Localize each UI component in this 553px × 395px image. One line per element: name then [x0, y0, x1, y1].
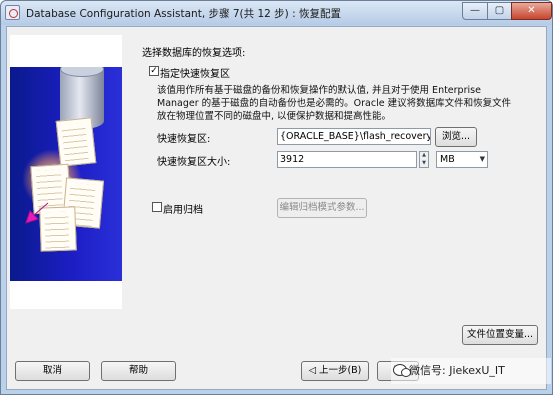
- back-button-label: 上一步(B): [318, 365, 362, 376]
- size-spinner[interactable]: ▲ ▼: [419, 151, 429, 168]
- enable-archive-label: 启用归档: [163, 205, 203, 216]
- recovery-size-label: 快速恢复区大小:: [157, 157, 231, 168]
- back-arrow-icon: ◁: [308, 365, 319, 376]
- minimize-button[interactable]: —: [462, 2, 488, 20]
- close-button[interactable]: ✕: [511, 2, 552, 20]
- enable-archive-checkbox[interactable]: [152, 202, 162, 212]
- edit-archive-params-button[interactable]: 编辑归档模式参数...: [277, 198, 367, 218]
- database-illustration: [10, 35, 122, 309]
- cancel-button[interactable]: 取消: [15, 361, 90, 381]
- window-title: Database Configuration Assistant, 步骤 7(共…: [26, 8, 341, 20]
- fast-recovery-label: 指定快速恢复区: [160, 69, 230, 80]
- recovery-description: 该值用作所有基于磁盘的备份和恢复操作的默认值, 并且对于使用 Enterpris…: [157, 85, 512, 122]
- recovery-size-input[interactable]: 3912: [277, 151, 417, 168]
- file-location-variables-button[interactable]: 文件位置变量...: [462, 325, 538, 345]
- spinner-up-icon[interactable]: ▲: [420, 152, 428, 160]
- help-button[interactable]: 帮助: [101, 361, 176, 381]
- maximize-button[interactable]: ▢: [487, 2, 512, 20]
- oracle-dbca-icon: [5, 5, 20, 20]
- section-title: 选择数据库的恢复选项:: [142, 48, 246, 59]
- browse-button[interactable]: 浏览...: [435, 127, 477, 147]
- database-cylinder-top: [60, 67, 104, 77]
- title-bar: Database Configuration Assistant, 步骤 7(共…: [1, 1, 552, 25]
- document-icon: [55, 117, 97, 167]
- spinner-down-icon[interactable]: ▼: [420, 160, 428, 168]
- recovery-area-input[interactable]: {ORACLE_BASE}\flash_recovery_area: [277, 128, 431, 145]
- size-unit-select[interactable]: MB ▼: [436, 151, 488, 168]
- chevron-down-icon[interactable]: ▼: [480, 152, 485, 167]
- recovery-area-label: 快速恢复区:: [157, 134, 211, 145]
- watermark-text: 微信号: JiekexU_IT: [409, 364, 505, 377]
- fast-recovery-checkbox[interactable]: ✓: [149, 66, 159, 76]
- back-button[interactable]: ◁ 上一步(B): [301, 361, 369, 381]
- wechat-watermark: 微信号: JiekexU_IT: [391, 358, 551, 384]
- wechat-icon: [393, 364, 411, 377]
- size-unit-value: MB: [440, 154, 455, 165]
- pink-arrow-icon: [25, 202, 49, 224]
